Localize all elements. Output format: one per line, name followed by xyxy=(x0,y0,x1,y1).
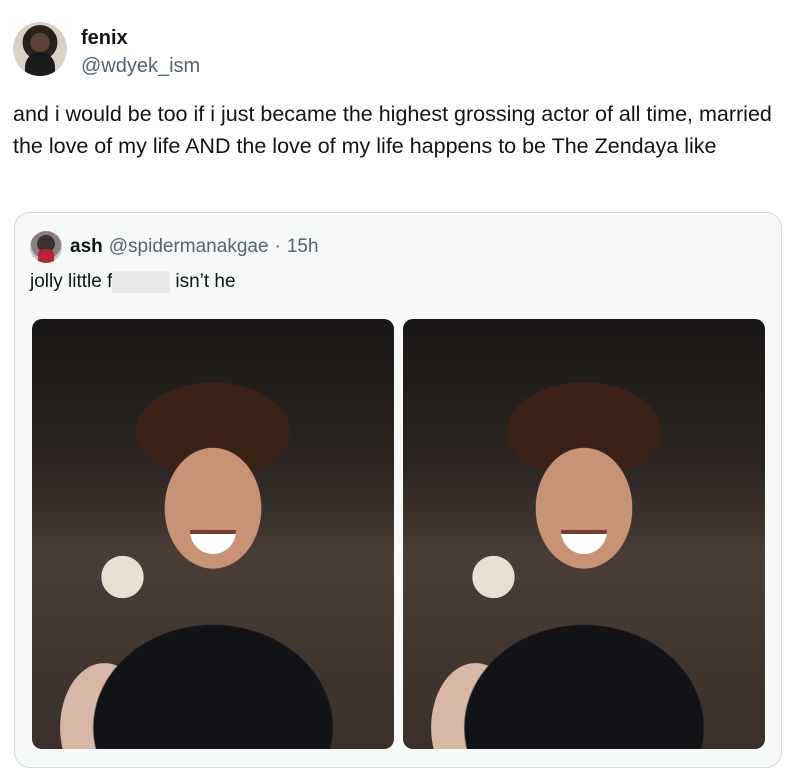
tweet-header: fenix @wdyek_ism xyxy=(13,22,200,78)
quoted-tweet-time[interactable]: 15h xyxy=(287,236,319,258)
quoted-author-display-name[interactable]: ash xyxy=(70,236,103,258)
quoted-image-2[interactable] xyxy=(403,319,765,749)
quoted-tweet[interactable]: ash @spidermanakgae · 15h jolly little f… xyxy=(14,212,782,768)
quoted-text-before: jolly little f xyxy=(30,271,113,292)
smile-mark xyxy=(190,530,236,554)
tweet-text: and i would be too if i just became the … xyxy=(13,102,772,158)
separator-dot: · xyxy=(274,236,281,257)
quoted-tweet-text: jolly little f isn’t he xyxy=(30,271,236,293)
smile-mark xyxy=(561,530,607,554)
quoted-tweet-header: ash @spidermanakgae · 15h xyxy=(30,231,319,263)
quoted-author-avatar[interactable] xyxy=(30,231,62,263)
quoted-text-after: isn’t he xyxy=(175,271,236,292)
quoted-image-1[interactable] xyxy=(32,319,394,749)
author-display-name[interactable]: fenix xyxy=(81,26,200,50)
censor-bar xyxy=(112,271,171,293)
author-names: fenix @wdyek_ism xyxy=(81,22,200,78)
quoted-author-handle[interactable]: @spidermanakgae xyxy=(109,236,269,258)
author-avatar[interactable] xyxy=(13,22,67,76)
author-handle[interactable]: @wdyek_ism xyxy=(81,54,200,78)
